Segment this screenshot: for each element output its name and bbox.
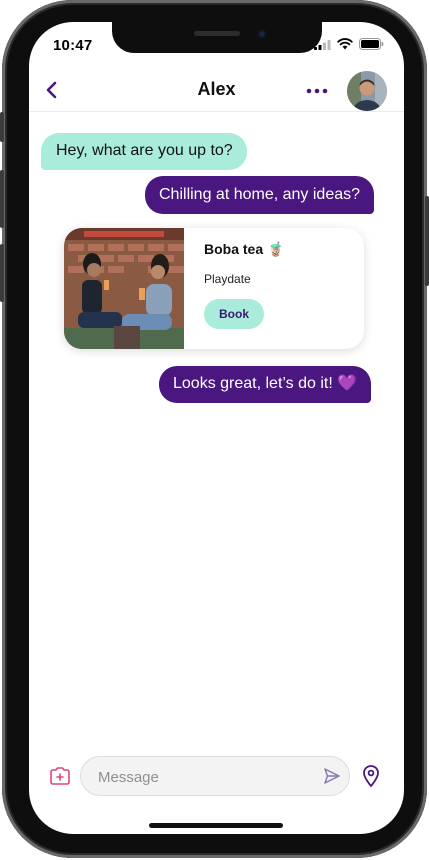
message-input[interactable]	[96, 765, 320, 789]
more-options-button[interactable]	[305, 79, 329, 103]
volume-up-button	[0, 170, 4, 228]
activity-card[interactable]: Boba tea 🧋 Playdate Book	[64, 228, 364, 349]
activity-subtitle: Playdate	[204, 272, 251, 286]
message-field	[80, 756, 350, 796]
send-icon	[324, 768, 340, 784]
message-outgoing: Looks great, let’s do it! 💜	[159, 366, 372, 403]
activity-photo	[64, 228, 184, 349]
avatar-photo	[347, 71, 387, 111]
mute-switch	[0, 112, 4, 142]
send-button[interactable]	[323, 767, 341, 785]
chat-header: Alex	[29, 71, 404, 111]
status-time: 10:47	[53, 37, 93, 54]
screen: 10:47 Alex Hey, what are you up to? Chil…	[29, 22, 404, 834]
battery-icon	[359, 38, 384, 50]
speaker-grille	[194, 31, 240, 36]
message-outgoing: Chilling at home, any ideas?	[145, 176, 375, 214]
volume-down-button	[0, 244, 4, 302]
wifi-icon	[337, 38, 353, 50]
message-composer	[29, 754, 404, 798]
message-incoming: Hey, what are you up to?	[41, 133, 247, 170]
cellular-signal-icon	[314, 39, 331, 50]
location-pin-icon	[363, 765, 379, 787]
notch	[112, 22, 322, 53]
location-button[interactable]	[361, 764, 381, 788]
activity-title: Boba tea 🧋	[204, 241, 285, 257]
front-camera	[257, 29, 267, 39]
status-icons	[314, 38, 384, 50]
book-button[interactable]: Book	[204, 299, 264, 329]
home-indicator[interactable]	[149, 823, 283, 828]
more-horizontal-icon	[306, 88, 328, 94]
power-button	[425, 196, 429, 286]
phone-frame: 10:47 Alex Hey, what are you up to? Chil…	[0, 0, 429, 858]
header-divider	[29, 111, 404, 112]
contact-avatar[interactable]	[347, 71, 387, 111]
camera-add-icon	[50, 767, 70, 785]
camera-button[interactable]	[49, 766, 71, 786]
